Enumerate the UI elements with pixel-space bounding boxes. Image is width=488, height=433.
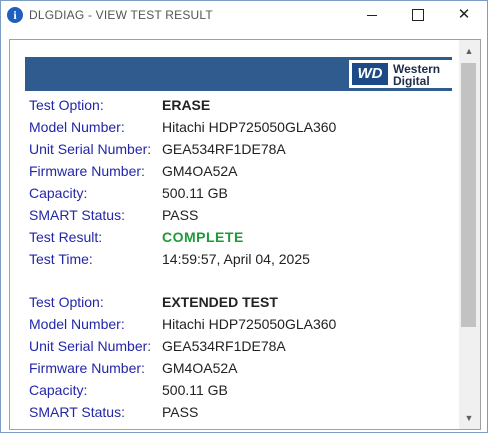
test-result-value: COMPLETE — [162, 229, 244, 245]
capacity-value: 500.11 GB — [162, 382, 228, 398]
firmware-value: GM4OA52A — [162, 163, 238, 179]
test-option-value: ERASE — [162, 97, 211, 113]
result-panel: WD Western Digital Test Option: ERASE Mo… — [9, 39, 481, 430]
test-result-label: Test Result: — [29, 229, 103, 245]
brand-banner: WD Western Digital — [25, 57, 452, 91]
firmware-label: Firmware Number: — [29, 163, 145, 179]
window-title: DLGDIAG - VIEW TEST RESULT — [29, 8, 213, 22]
firmware-label: Firmware Number: — [29, 360, 145, 376]
info-icon: i — [7, 7, 23, 23]
minimize-button[interactable] — [349, 1, 395, 29]
model-label: Model Number: — [29, 316, 125, 332]
capacity-label: Capacity: — [29, 185, 88, 201]
firmware-value: GM4OA52A — [162, 360, 238, 376]
wd-logo-mark: WD — [352, 63, 388, 85]
test-option-label: Test Option: — [29, 97, 104, 113]
dialog-window: i DLGDIAG - VIEW TEST RESULT ✕ WD Wester… — [0, 0, 488, 433]
title-bar[interactable]: i DLGDIAG - VIEW TEST RESULT ✕ — [1, 1, 487, 29]
wd-logo-line2: Digital — [393, 74, 430, 88]
wd-logo: WD Western Digital — [349, 60, 452, 88]
test-option-label: Test Option: — [29, 294, 104, 310]
serial-label: Unit Serial Number: — [29, 141, 152, 157]
test-time-label: Test Time: — [29, 251, 93, 267]
close-icon: ✕ — [457, 6, 471, 23]
serial-label: Unit Serial Number: — [29, 338, 152, 354]
scroll-down-button[interactable]: ▼ — [459, 409, 479, 427]
capacity-value: 500.11 GB — [162, 185, 228, 201]
smart-value: PASS — [162, 404, 199, 420]
minimize-icon — [367, 14, 377, 16]
serial-value: GEA534RF1DE78A — [162, 338, 286, 354]
smart-value: PASS — [162, 207, 199, 223]
test-time-value: 14:59:57, April 04, 2025 — [162, 251, 310, 267]
vertical-scrollbar[interactable]: ▲ ▼ — [459, 40, 479, 429]
close-button[interactable]: ✕ — [441, 1, 487, 29]
smart-label: SMART Status: — [29, 207, 125, 223]
maximize-icon — [412, 9, 424, 22]
model-value: Hitachi HDP725050GLA360 — [162, 316, 337, 332]
model-value: Hitachi HDP725050GLA360 — [162, 119, 337, 135]
maximize-button[interactable] — [395, 1, 441, 29]
scroll-up-button[interactable]: ▲ — [459, 42, 479, 60]
scroll-thumb[interactable] — [461, 63, 476, 327]
result-content: WD Western Digital Test Option: ERASE Mo… — [10, 40, 459, 429]
model-label: Model Number: — [29, 119, 125, 135]
smart-label: SMART Status: — [29, 404, 125, 420]
serial-value: GEA534RF1DE78A — [162, 141, 286, 157]
wd-logo-text: Western Digital — [393, 63, 440, 87]
test-option-value: EXTENDED TEST — [162, 294, 278, 310]
capacity-label: Capacity: — [29, 382, 88, 398]
